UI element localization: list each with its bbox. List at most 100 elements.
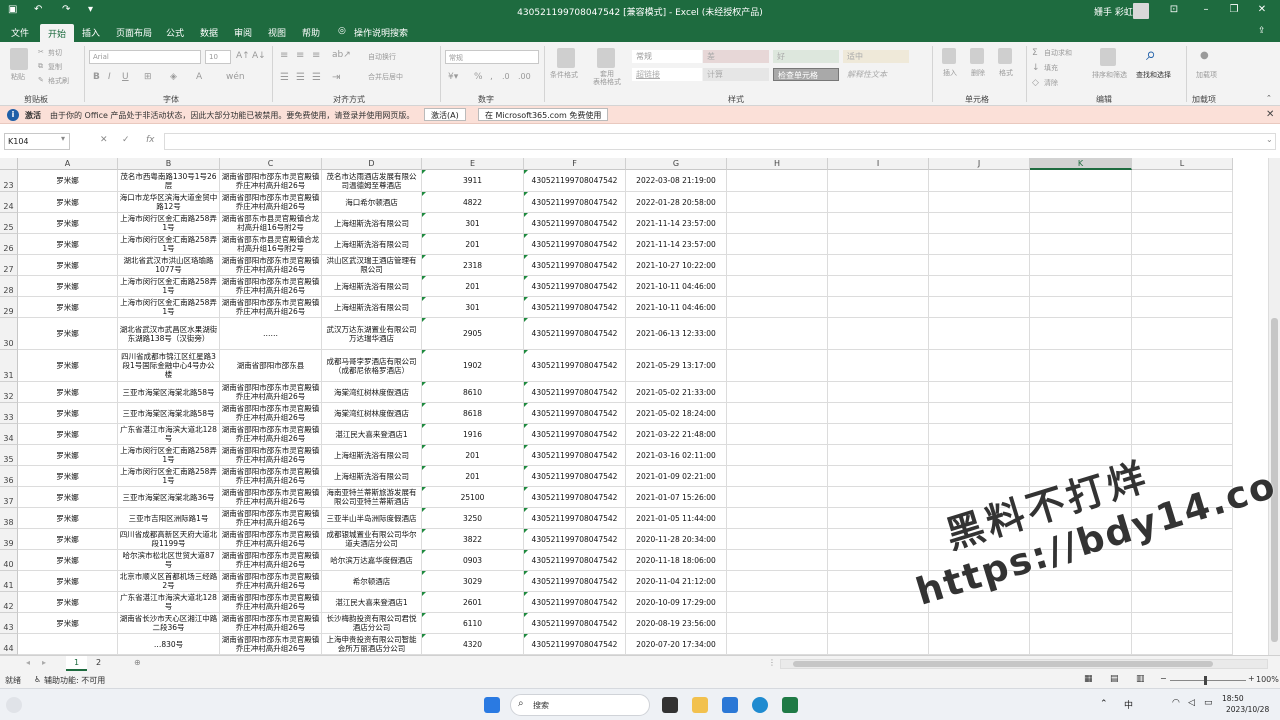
cell-a[interactable]: 罗米娜 — [18, 255, 118, 276]
percent-icon[interactable]: % — [474, 72, 483, 82]
align-bottom-icon[interactable]: ≡ — [312, 50, 320, 61]
row-header[interactable]: 32 — [0, 382, 18, 403]
cell-d[interactable]: 希尔顿酒店 — [322, 571, 422, 592]
cell-f[interactable]: 430521199708047542 — [524, 170, 626, 192]
empty-cell[interactable] — [727, 350, 828, 382]
menu-home[interactable]: 开始 — [40, 24, 75, 42]
close-notice-icon[interactable]: ✕ — [1266, 109, 1274, 120]
cell-c[interactable]: 湖南省邵阳市邵东市灵官殿镇乔庄冲村高升组26号 — [220, 466, 322, 487]
cell-g[interactable]: 2021-11-14 23:57:00 — [626, 234, 727, 255]
paste-button[interactable]: 粘贴 — [11, 72, 25, 82]
cell-f[interactable]: 430521199708047542 — [524, 424, 626, 445]
increase-decimal-icon[interactable]: .0 — [502, 72, 510, 81]
cell-e[interactable]: 8610 — [422, 382, 524, 403]
empty-cell[interactable] — [727, 255, 828, 276]
cell-g[interactable]: 2021-05-02 21:33:00 — [626, 382, 727, 403]
cell-c[interactable]: 湖南省邵阳市邵东市灵官殿镇乔庄冲村高升组26号 — [220, 382, 322, 403]
avatar[interactable] — [1133, 3, 1149, 19]
cell-a[interactable] — [18, 634, 118, 655]
empty-cell[interactable] — [727, 276, 828, 297]
cell-f[interactable]: 430521199708047542 — [524, 213, 626, 234]
empty-cell[interactable] — [727, 382, 828, 403]
empty-cell[interactable] — [1132, 350, 1233, 382]
cell-a[interactable]: 罗米娜 — [18, 529, 118, 550]
cell-d[interactable]: 上海纽斯洗浴有限公司 — [322, 297, 422, 318]
empty-cell[interactable] — [929, 255, 1030, 276]
cell-e[interactable]: 1902 — [422, 350, 524, 382]
empty-cell[interactable] — [929, 634, 1030, 655]
empty-cell[interactable] — [727, 192, 828, 213]
cell-f[interactable]: 430521199708047542 — [524, 571, 626, 592]
cell-f[interactable]: 430521199708047542 — [524, 529, 626, 550]
menu-page-layout[interactable]: 页面布局 — [116, 26, 152, 39]
column-header-k[interactable]: K — [1030, 158, 1132, 170]
activate-button[interactable]: 激活(A) — [424, 108, 466, 121]
zoom-slider-thumb[interactable] — [1204, 676, 1207, 685]
indent-icon[interactable]: ⇥ — [332, 72, 340, 83]
cell-e[interactable]: 201 — [422, 234, 524, 255]
borders-icon[interactable]: ⊞ — [144, 72, 152, 82]
empty-cell[interactable] — [727, 571, 828, 592]
app-icon[interactable] — [722, 697, 738, 713]
cell-c[interactable]: 湖南省邵阳市邵东市灵官殿镇乔庄冲村高升组26号 — [220, 403, 322, 424]
cut-button[interactable]: 剪切 — [48, 48, 62, 58]
empty-cell[interactable] — [929, 234, 1030, 255]
cell-e[interactable]: 2601 — [422, 592, 524, 613]
page-break-view-icon[interactable]: ▥ — [1136, 674, 1145, 684]
cell-d[interactable]: 三亚半山半岛洲际度假酒店 — [322, 508, 422, 529]
cell-b[interactable]: 茂名市西粤南路130号1号26层 — [118, 170, 220, 192]
insert-function-icon[interactable]: fx — [146, 135, 155, 145]
empty-cell[interactable] — [828, 445, 929, 466]
cell-b[interactable]: 上海市闵行区金汇南路258弄1号 — [118, 466, 220, 487]
sort-filter-icon[interactable] — [1100, 48, 1116, 66]
shrink-font-icon[interactable]: A↓ — [252, 51, 266, 61]
cell-a[interactable]: 罗米娜 — [18, 192, 118, 213]
row-header[interactable]: 42 — [0, 592, 18, 613]
zoom-in-icon[interactable]: + — [1248, 674, 1255, 683]
empty-cell[interactable] — [828, 170, 929, 192]
normal-view-icon[interactable]: ▦ — [1084, 674, 1093, 684]
empty-cell[interactable] — [1030, 350, 1132, 382]
cell-a[interactable]: 罗米娜 — [18, 350, 118, 382]
copy-icon[interactable]: ⧉ — [38, 62, 43, 71]
cell-e[interactable]: 301 — [422, 297, 524, 318]
cell-e[interactable]: 0903 — [422, 550, 524, 571]
cell-g[interactable]: 2020-07-20 17:34:00 — [626, 634, 727, 655]
conditional-format-button[interactable]: 条件格式 — [550, 70, 578, 80]
cell-d[interactable]: 上海纽斯洗浴有限公司 — [322, 466, 422, 487]
cell-d[interactable]: 上海纽斯洗浴有限公司 — [322, 213, 422, 234]
cell-d[interactable]: 武汉万达东湖置业有限公司万达瑞华酒店 — [322, 318, 422, 350]
menu-help[interactable]: 帮助 — [302, 26, 320, 39]
cell-d[interactable]: 成都银城置业有限公司华尔道夫酒店分公司 — [322, 529, 422, 550]
cell-c[interactable]: 湖南省邵东市县灵官殿镇合龙村高升组16号附2号 — [220, 234, 322, 255]
tell-me-search[interactable]: 操作说明搜索 — [354, 26, 408, 39]
cell-c[interactable]: 湖南省邵阳市邵东市灵官殿镇乔庄冲村高升组26号 — [220, 255, 322, 276]
cell-d[interactable]: 洪山区武汉瑞王酒店管理有限公司 — [322, 255, 422, 276]
empty-cell[interactable] — [828, 424, 929, 445]
cell-g[interactable]: 2021-06-13 12:33:00 — [626, 318, 727, 350]
number-format-select[interactable]: 常规 — [445, 50, 539, 64]
tray-chevron-icon[interactable]: ⌃ — [1100, 699, 1108, 709]
style-good[interactable]: 好 — [773, 50, 839, 63]
align-center-icon[interactable]: ☰ — [296, 72, 305, 83]
empty-cell[interactable] — [828, 382, 929, 403]
empty-cell[interactable] — [1132, 276, 1233, 297]
empty-cell[interactable] — [1132, 318, 1233, 350]
formula-input[interactable] — [164, 133, 1276, 150]
cell-b[interactable]: 湖北省武汉市武昌区水果湖街东湖路138号（汉街旁） — [118, 318, 220, 350]
cell-f[interactable]: 430521199708047542 — [524, 466, 626, 487]
empty-cell[interactable] — [727, 613, 828, 634]
empty-cell[interactable] — [1030, 276, 1132, 297]
cell-a[interactable]: 罗米娜 — [18, 508, 118, 529]
ribbon-display-icon[interactable]: ⊡ — [1164, 4, 1184, 15]
conditional-format-icon[interactable] — [557, 48, 575, 68]
row-header[interactable]: 24 — [0, 192, 18, 213]
row-header[interactable]: 29 — [0, 297, 18, 318]
style-calculation[interactable]: 计算 — [703, 68, 769, 81]
font-color-icon[interactable]: A — [196, 72, 202, 82]
cell-a[interactable]: 罗米娜 — [18, 466, 118, 487]
restore-icon[interactable]: ❐ — [1224, 4, 1244, 15]
empty-cell[interactable] — [929, 350, 1030, 382]
empty-cell[interactable] — [1030, 255, 1132, 276]
cell-c[interactable]: 湖南省邵阳市邵东市灵官殿镇乔庄冲村高升组26号 — [220, 634, 322, 655]
